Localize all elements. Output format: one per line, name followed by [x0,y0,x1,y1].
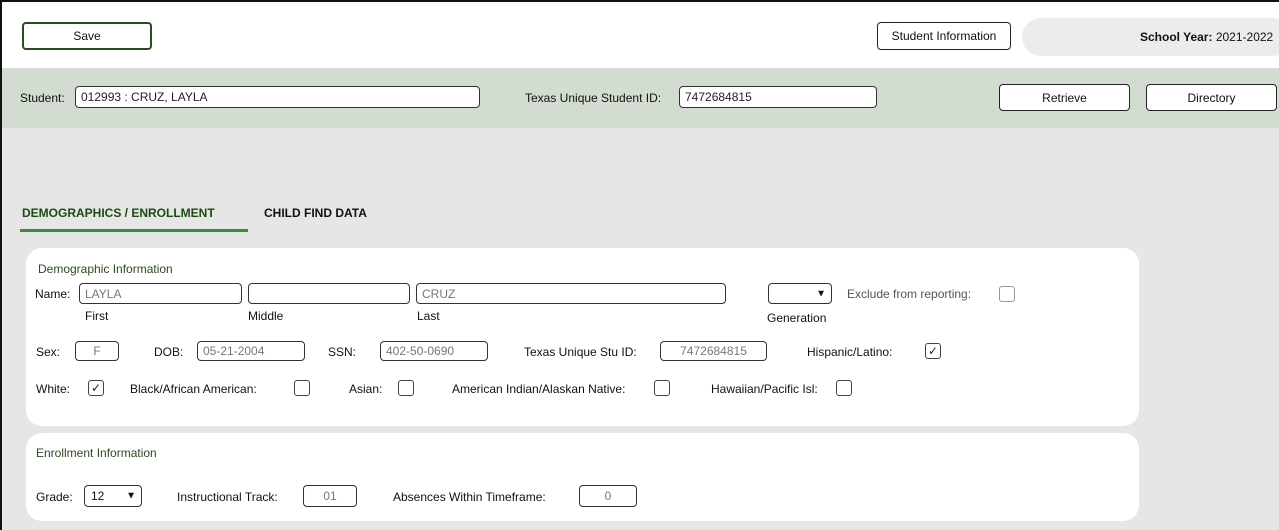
white-label: White: [36,382,71,396]
last-name-input[interactable]: CRUZ [416,283,726,304]
student-information-button[interactable]: Student Information [877,22,1011,50]
exclude-reporting-label: Exclude from reporting: [847,287,972,301]
sex-label: Sex: [36,345,61,359]
demographic-information-panel: Demographic Information Name: LAYLA CRUZ… [26,248,1139,426]
american-indian-label: American Indian/Alaskan Native: [452,382,626,396]
black-checkbox[interactable] [294,380,310,396]
exclude-reporting-checkbox[interactable] [999,286,1015,302]
top-toolbar: Save Student Information School Year: 20… [2,2,1279,68]
middle-name-input[interactable] [248,283,410,304]
save-button[interactable]: Save [22,22,152,50]
chevron-down-icon: ▼ [126,490,136,502]
enrollment-section-title: Enrollment Information [36,446,157,460]
asian-label: Asian: [349,382,383,396]
chevron-down-icon: ▼ [816,288,826,299]
black-label: Black/African American: [130,382,257,396]
ssn-input[interactable]: 402-50-0690 [380,341,488,361]
tab-child-find-data[interactable]: CHILD FIND DATA [264,206,367,220]
dob-input[interactable]: 05-21-2004 [197,341,305,361]
check-icon: ✓ [90,381,102,395]
school-year-indicator: School Year: 2021-2022 [1022,18,1279,56]
student-input[interactable]: 012993 : CRUZ, LAYLA [75,86,480,108]
name-label: Name: [35,287,71,301]
retrieve-button[interactable]: Retrieve [999,84,1130,111]
check-icon: ✓ [927,344,939,358]
ssn-label: SSN: [328,345,357,359]
sex-input[interactable]: F [75,341,119,361]
grade-value: 12 [91,489,105,503]
tx-stu-id-label: Texas Unique Stu ID: [524,345,637,359]
first-name-input[interactable]: LAYLA [79,283,242,304]
student-label: Student: [20,91,65,105]
school-year-value: 2021-2022 [1215,30,1274,44]
dob-label: DOB: [154,345,184,359]
instructional-track-label: Instructional Track: [177,490,278,504]
generation-caption: Generation [767,311,827,325]
school-year-label: School Year: [1140,30,1213,44]
first-caption: First [85,309,109,323]
active-tab-indicator [20,229,248,232]
demographic-section-title: Demographic Information [38,262,173,276]
hawaiian-label: Hawaiian/Pacific Isl: [711,382,818,396]
asian-checkbox[interactable] [398,380,414,396]
hispanic-checkbox[interactable]: ✓ [925,343,941,359]
last-caption: Last [417,309,440,323]
tsid-label: Texas Unique Student ID: [525,91,662,105]
grade-label: Grade: [36,490,73,504]
middle-caption: Middle [248,309,284,323]
grade-select[interactable]: 12 ▼ [84,485,142,507]
generation-select[interactable]: ▼ [768,283,832,304]
directory-button[interactable]: Directory [1146,84,1277,111]
instructional-track-input[interactable]: 01 [303,485,357,507]
hispanic-label: Hispanic/Latino: [807,345,893,359]
student-selection-bar: Student: 012993 : CRUZ, LAYLA Texas Uniq… [2,68,1279,128]
absences-label: Absences Within Timeframe: [393,490,546,504]
white-checkbox[interactable]: ✓ [88,380,104,396]
american-indian-checkbox[interactable] [654,380,670,396]
tab-demographics-enrollment[interactable]: DEMOGRAPHICS / ENROLLMENT [22,206,215,220]
tsid-input[interactable]: 7472684815 [679,86,877,108]
enrollment-information-panel: Enrollment Information Grade: 12 ▼ Instr… [26,433,1139,521]
tx-stu-id-input[interactable]: 7472684815 [660,341,767,361]
hawaiian-checkbox[interactable] [836,380,852,396]
absences-input[interactable]: 0 [579,485,637,507]
